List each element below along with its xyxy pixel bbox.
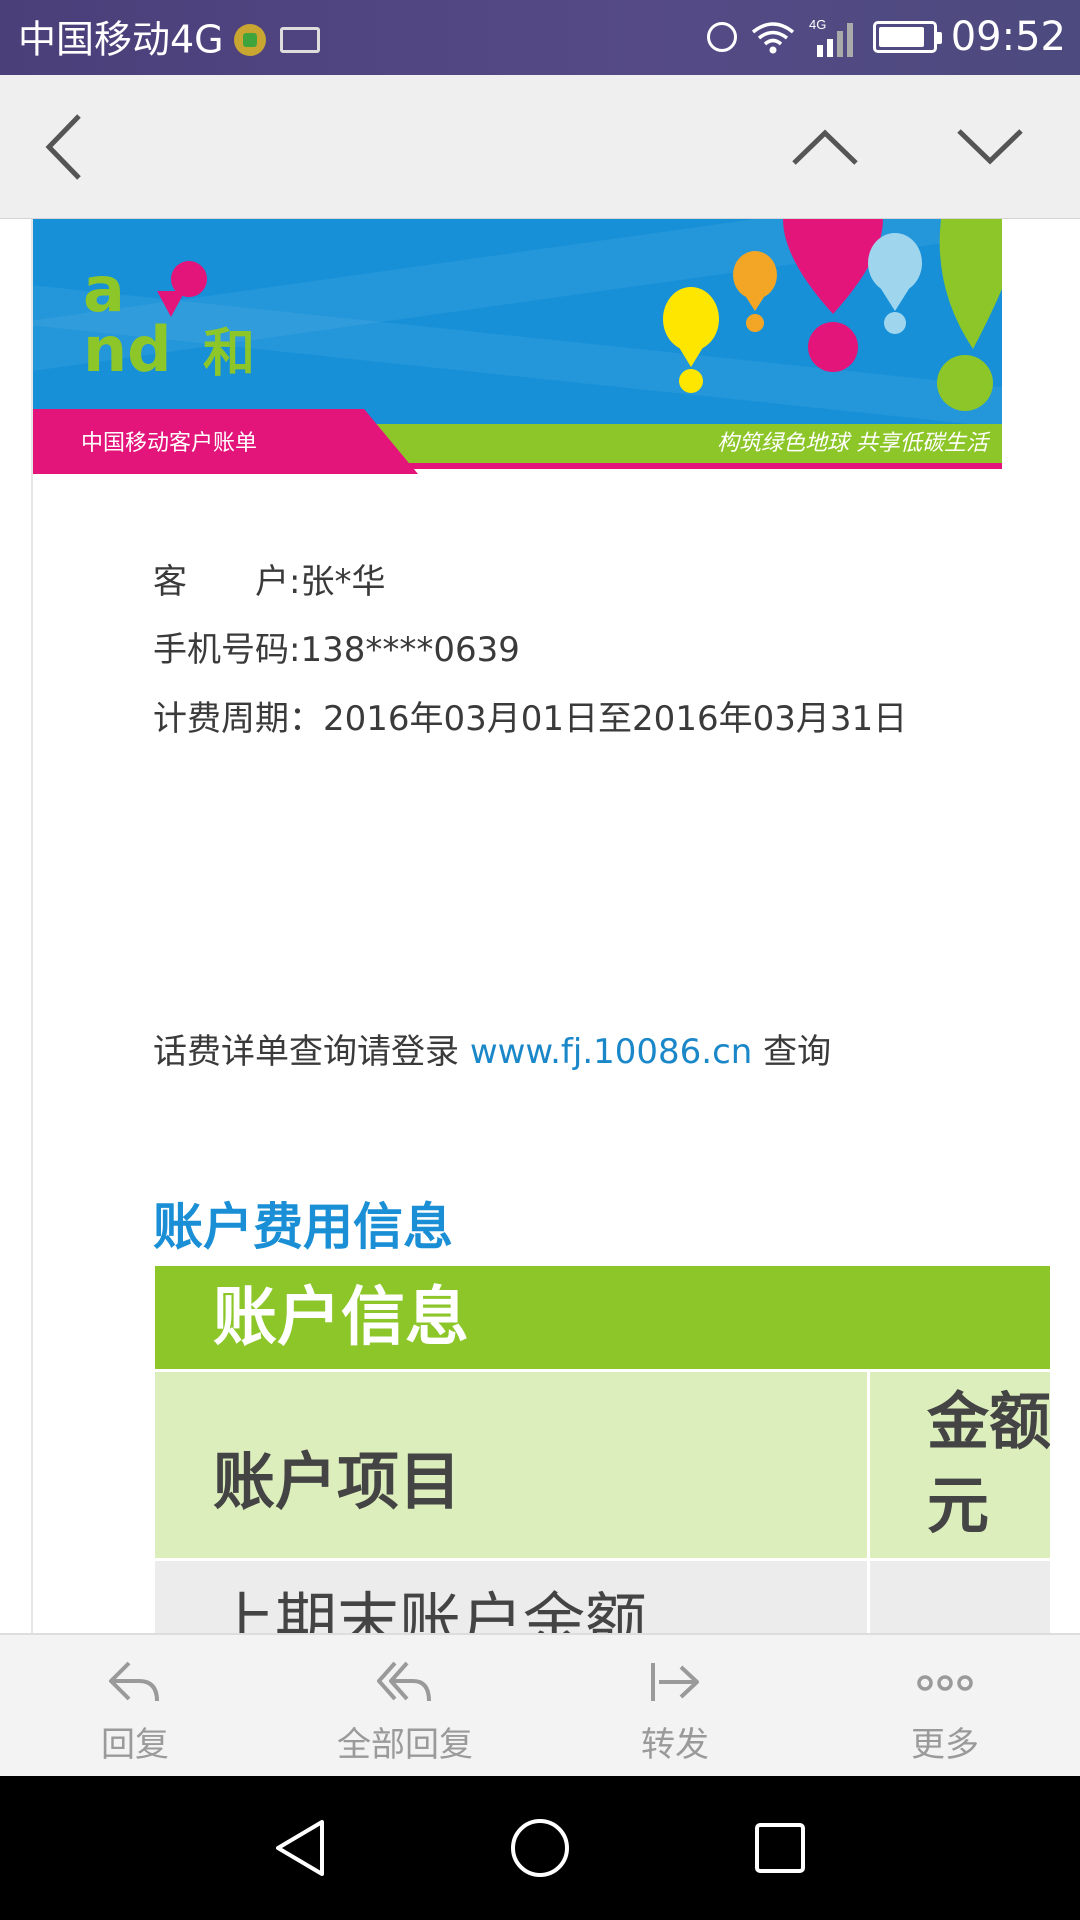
clock: 09:52 <box>950 14 1066 60</box>
nav-home-icon <box>511 1819 569 1877</box>
billing-period-line: 计费周期：2016年03月01日至2016年03月31日 <box>153 691 907 740</box>
wifi-icon <box>751 22 794 54</box>
next-message-button[interactable] <box>935 75 1045 218</box>
previous-message-button[interactable] <box>770 75 880 218</box>
reply-all-icon <box>377 1661 431 1702</box>
and-logo-icon: a nd 和 <box>83 259 255 379</box>
nav-home-button[interactable] <box>470 1776 610 1920</box>
status-left: 中国移动4G <box>18 12 320 65</box>
reply-all-label: 全部回复 <box>337 1725 473 1765</box>
svg-text:和: 和 <box>203 324 255 379</box>
app-bar <box>0 75 1080 220</box>
carrier-label: 中国移动4G <box>18 17 224 62</box>
period-label: 计费周期： <box>153 699 323 739</box>
reply-all-button[interactable]: 全部回复 <box>305 1635 505 1778</box>
more-label: 更多 <box>911 1725 979 1765</box>
reply-button[interactable]: 回复 <box>35 1635 235 1778</box>
reply-icon <box>109 1661 159 1702</box>
more-button[interactable]: 更多 <box>845 1635 1045 1778</box>
forward-button[interactable]: 转发 <box>575 1635 775 1778</box>
period-value: 2016年03月01日至2016年03月31日 <box>323 699 908 739</box>
nav-recents-button[interactable] <box>710 1776 850 1920</box>
action-bar: 回复 全部回复 转发 更多 <box>0 1633 1080 1778</box>
query-link[interactable]: www.fj.10086.cn <box>470 1032 753 1072</box>
section-title: 账户费用信息 <box>153 1198 453 1256</box>
customer-label: 客 户: <box>153 562 301 602</box>
status-right: 4G 09:52 <box>706 12 1066 62</box>
carrier-badge-icon <box>233 23 266 56</box>
phone-number: 138****0639 <box>300 630 520 670</box>
email-content[interactable]: a nd 和 中国移动客户账单 构筑绿色地球 共享低碳生活 客 户:张*华 手机… <box>0 219 1080 1633</box>
banner-slogan: 构筑绿色地球 共享低碳生活 <box>717 431 988 456</box>
next-down-icon <box>957 128 1023 164</box>
forward-icon <box>651 1663 699 1701</box>
column-header-item: 账户项目 <box>213 1445 462 1518</box>
back-button[interactable] <box>10 75 120 218</box>
forward-label: 转发 <box>641 1725 709 1765</box>
table-row-item: 上期末账户余额 <box>213 1585 648 1633</box>
table-header-label: 账户信息 <box>213 1281 469 1355</box>
nav-back-icon <box>276 1820 324 1876</box>
reply-label: 回复 <box>101 1725 169 1765</box>
customer-name: 张*华 <box>300 562 386 602</box>
table-column-divider <box>867 1372 870 1633</box>
bill-banner: a nd 和 中国移动客户账单 构筑绿色地球 共享低碳生活 <box>33 219 1002 474</box>
account-table: 账户信息 账户项目 金额/元 上期末账户余额 <box>155 1266 1050 1633</box>
nav-back-button[interactable] <box>230 1776 370 1920</box>
signal-icon: 4G <box>809 17 853 57</box>
query-prefix: 话费详单查询请登录 <box>153 1032 470 1072</box>
alarm-icon <box>706 22 737 52</box>
svg-text:nd: nd <box>83 313 172 379</box>
more-dots-icon <box>917 1675 973 1691</box>
phone-label: 手机号码: <box>153 630 301 670</box>
back-arrow-icon <box>45 113 81 180</box>
status-bar: 中国移动4G 4G 09:52 <box>0 0 1080 75</box>
system-nav-bar <box>0 1776 1080 1920</box>
nav-recents-icon <box>755 1823 805 1873</box>
banner-title: 中国移动客户账单 <box>81 431 258 456</box>
keyboard-icon <box>279 26 320 53</box>
query-notice: 话费详单查询请登录 www.fj.10086.cn 查询 <box>153 1024 831 1073</box>
balloon-decoration-icon <box>663 219 1002 411</box>
previous-up-icon <box>792 129 858 165</box>
phone-line: 手机号码:138****0639 <box>153 622 520 671</box>
column-header-amount: 金额/元 <box>927 1385 1050 1542</box>
network-type-label: 4G <box>809 17 826 32</box>
query-suffix: 查询 <box>752 1032 832 1072</box>
customer-line: 客 户:张*华 <box>153 554 385 603</box>
battery-icon <box>872 21 942 53</box>
